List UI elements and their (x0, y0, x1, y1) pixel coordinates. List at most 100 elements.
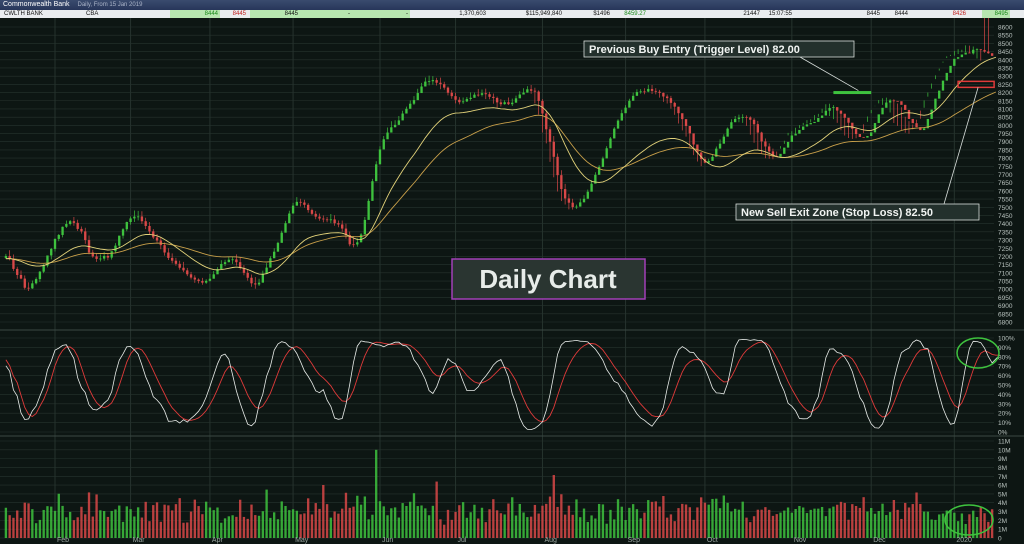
volume-bar (688, 507, 691, 538)
candle-body (877, 114, 880, 124)
candle-body (72, 221, 76, 223)
candle-body (647, 88, 650, 92)
candle-body (363, 219, 367, 235)
candle-body (949, 65, 952, 73)
chart-area[interactable]: Feb Mar Apr May Jun Jul Aug Sep Oct Nov Dec 2020 680… (0, 18, 1024, 544)
volume-bar (624, 520, 627, 538)
candle-body (325, 219, 329, 221)
candle-body (386, 132, 389, 140)
volume-tick-label: 2M (998, 518, 1007, 525)
volume-bar (34, 523, 38, 538)
volume-bar (904, 502, 907, 538)
candle-body (443, 84, 446, 88)
candle-body (650, 88, 654, 91)
volume-bar (212, 510, 215, 538)
volume-bar (318, 508, 321, 538)
volume-bar (696, 507, 699, 538)
volume-bar (42, 509, 45, 538)
x-tick-label: May (295, 537, 309, 544)
candle-body (556, 156, 559, 176)
volume-bar (114, 509, 117, 538)
candle-body (193, 277, 196, 280)
volume-bar (805, 513, 809, 538)
candle-body (488, 94, 491, 97)
volume-bar (12, 517, 15, 538)
volume-bar (352, 506, 355, 538)
volume-bar (760, 509, 763, 538)
price-tick-label: 7900 (998, 139, 1013, 146)
candle-body (813, 121, 816, 124)
volume-bar (741, 501, 744, 538)
stochastic-tick-label: 30% (998, 401, 1011, 408)
volume-bar (730, 511, 733, 538)
volume-bar (359, 504, 363, 538)
price-tick-label: 6900 (998, 303, 1013, 310)
volume-bar (533, 504, 537, 538)
price-tick-label: 8000 (998, 123, 1013, 130)
candle-body (858, 134, 862, 137)
volume-bar (102, 511, 106, 538)
candle-body (420, 86, 423, 94)
quote-field: 8445 (250, 10, 300, 18)
volume-bar (824, 516, 828, 538)
candle-body (38, 271, 42, 280)
volume-bar (541, 505, 544, 538)
stochastic-tick-label: 90% (998, 345, 1011, 352)
candle-body (514, 98, 518, 103)
volume-bar (106, 516, 110, 538)
candle-body (624, 107, 627, 114)
candle-body (760, 132, 763, 142)
volume-bar (919, 503, 922, 538)
candle-body (42, 265, 45, 272)
volume-bar (677, 508, 680, 538)
candle-body (121, 229, 125, 236)
volume-bar (877, 511, 880, 538)
volume-bar (46, 506, 49, 538)
x-tick-label: Dec (873, 537, 886, 544)
candle-body (170, 257, 174, 261)
volume-bar (118, 505, 121, 538)
volume-bar (220, 522, 223, 538)
volume-bar (167, 505, 170, 538)
volume-bar (446, 509, 450, 538)
volume-bar (881, 503, 884, 538)
volume-bar (27, 503, 30, 538)
volume-bar (477, 518, 480, 538)
volume-bar (375, 449, 378, 538)
candle-body (972, 49, 975, 54)
volume-bar (8, 515, 11, 538)
volume-bar (405, 505, 408, 538)
volume-bar (129, 509, 132, 538)
candle-body (416, 93, 419, 101)
stochastic-tick-label: 100% (998, 336, 1015, 343)
volume-bar (798, 505, 801, 538)
candle-body (529, 89, 533, 91)
candle-body (61, 226, 64, 235)
volume-tick-label: 6M (998, 483, 1007, 490)
volume-bar (238, 499, 242, 538)
quote-field: 8445 (866, 11, 880, 17)
candle-body (752, 119, 756, 125)
volume-bar (718, 508, 722, 538)
volume-bar (567, 505, 571, 538)
candle-body (669, 98, 673, 103)
candle-body (832, 107, 835, 108)
volume-bar (344, 492, 348, 538)
candle-body (817, 117, 820, 122)
candle-body (265, 267, 268, 274)
volume-bar (299, 514, 302, 538)
candle-body (605, 148, 608, 159)
volume-tick-label: 5M (998, 491, 1007, 498)
candle-body (654, 90, 657, 92)
volume-bar (427, 515, 431, 538)
volume-bar (953, 512, 956, 538)
candle-body (276, 242, 280, 252)
volume-bar (752, 516, 756, 538)
candle-body (261, 273, 265, 283)
candle-body (367, 200, 370, 220)
candle-body (579, 202, 582, 207)
price-tick-label: 7250 (998, 246, 1013, 253)
volume-bar (518, 503, 521, 538)
candle-body (768, 146, 771, 152)
volume-bar (50, 506, 53, 538)
